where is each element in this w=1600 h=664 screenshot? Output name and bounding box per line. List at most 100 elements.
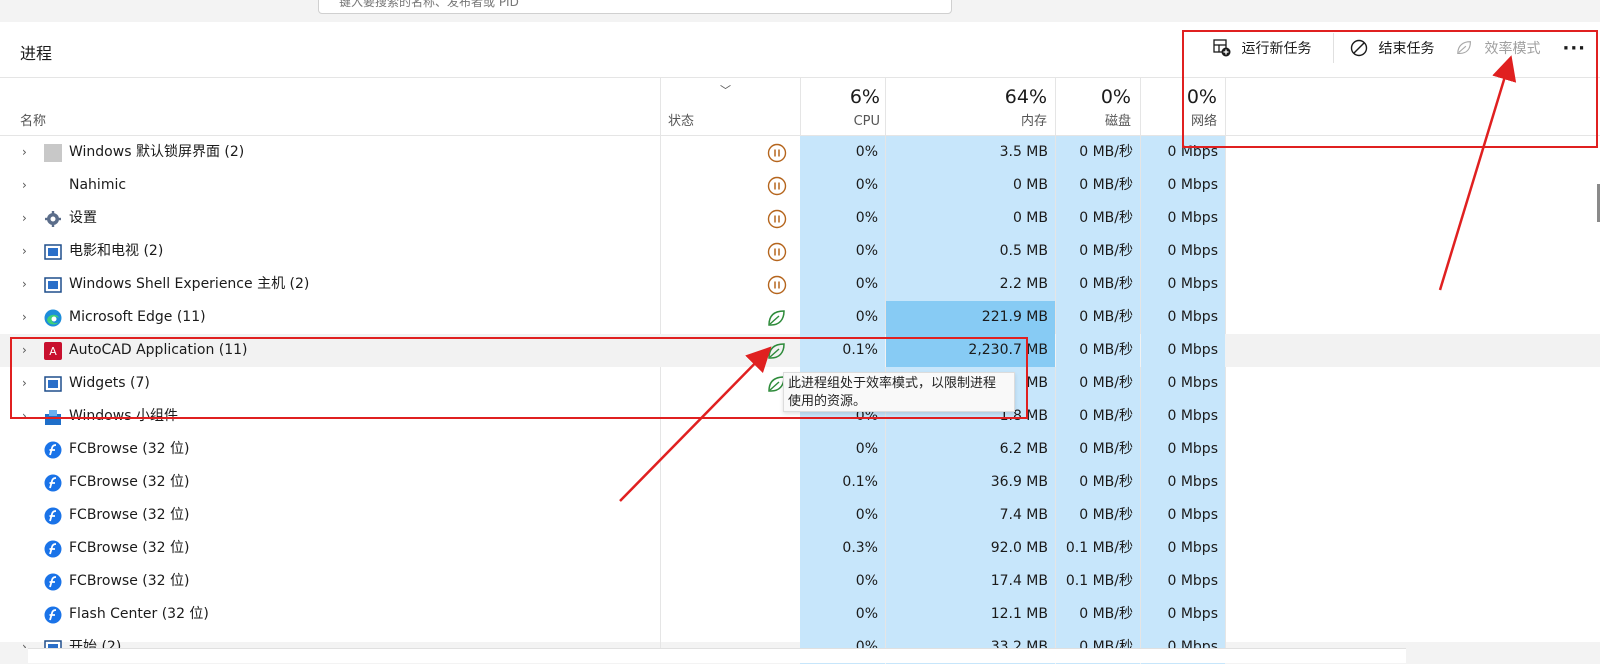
sort-chevron-icon[interactable]: ﹀ [720, 82, 731, 98]
process-name: FCBrowse (32 位) [69, 507, 190, 523]
disk-value: 0 MB/秒 [1079, 342, 1133, 358]
network-value: 0 Mbps [1167, 177, 1218, 193]
flash-icon [44, 573, 62, 591]
suspended-icon [767, 242, 787, 262]
disk-value: 0 MB/秒 [1079, 309, 1133, 325]
flash-icon [44, 606, 62, 624]
table-row[interactable]: FCBrowse (32 位) 0.3% 92.0 MB 0.1 MB/秒 0 Mbps [0, 532, 1600, 565]
column-memory-header[interactable]: 内存 [1021, 110, 1047, 129]
expand-chevron-icon[interactable]: › [22, 136, 27, 169]
disk-value: 0 MB/秒 [1079, 144, 1133, 160]
memory-value: 0 MB [1012, 210, 1048, 226]
horizontal-scroll-area [0, 648, 1600, 663]
cpu-value: 0% [855, 441, 878, 457]
memory-value: 6.2 MB [999, 441, 1048, 457]
cpu-value: 0% [855, 210, 878, 226]
memory-value: 0.5 MB [999, 243, 1048, 259]
network-value: 0 Mbps [1167, 441, 1218, 457]
memory-value: 2.2 MB [999, 276, 1048, 292]
flash-icon [44, 540, 62, 558]
cpu-value: 0% [855, 507, 878, 523]
memory-value: 17.4 MB [990, 573, 1048, 589]
horizontal-scrollbar[interactable] [28, 648, 1406, 663]
network-value: 0 Mbps [1167, 375, 1218, 391]
suspended-icon [767, 275, 787, 295]
cpu-total: 6% [849, 86, 880, 108]
disk-value: 0 MB/秒 [1079, 276, 1133, 292]
process-name: FCBrowse (32 位) [69, 474, 190, 490]
search-input[interactable]: 键入要搜索的名称、发布者或 PID [318, 0, 952, 14]
cpu-value: 0% [855, 606, 878, 622]
gear-icon [44, 210, 62, 228]
memory-total: 64% [1004, 86, 1047, 108]
cpu-value: 0% [855, 144, 878, 160]
cpu-value: 0% [855, 573, 878, 589]
table-row[interactable]: FCBrowse (32 位) 0% 7.4 MB 0 MB/秒 0 Mbps [0, 499, 1600, 532]
column-disk-header[interactable]: 磁盘 [1105, 110, 1131, 129]
table-row[interactable]: FCBrowse (32 位) 0% 6.2 MB 0 MB/秒 0 Mbps [0, 433, 1600, 466]
cpu-value: 0.3% [842, 540, 878, 556]
column-cpu-header[interactable]: CPU [854, 114, 880, 129]
expand-chevron-icon[interactable]: › [22, 169, 27, 202]
annotation-box-rows [10, 337, 1028, 419]
cpu-value: 0.1% [842, 474, 878, 490]
suspended-icon [767, 209, 787, 229]
page-title: 进程 [20, 44, 53, 63]
expand-chevron-icon[interactable]: › [22, 235, 27, 268]
network-value: 0 Mbps [1167, 573, 1218, 589]
disk-value: 0 MB/秒 [1079, 210, 1133, 226]
process-name: FCBrowse (32 位) [69, 573, 190, 589]
process-name: Nahimic [69, 177, 127, 193]
expand-chevron-icon[interactable]: › [22, 301, 27, 334]
network-value: 0 Mbps [1167, 606, 1218, 622]
table-row[interactable]: › Microsoft Edge (11) 0% 221.9 MB 0 MB/秒 0 Mb… [0, 301, 1600, 334]
process-name: Microsoft Edge (11) [69, 309, 206, 325]
table-row[interactable]: FCBrowse (32 位) 0.1% 36.9 MB 0 MB/秒 0 Mbps [0, 466, 1600, 499]
edge-icon [44, 309, 62, 327]
none [44, 177, 62, 195]
memory-value: 36.9 MB [990, 474, 1048, 490]
process-name: Flash Center (32 位) [69, 606, 209, 622]
table-row[interactable]: › Nahimic 0% 0 MB 0 MB/秒 0 Mbps [0, 169, 1600, 202]
window-icon [44, 276, 62, 294]
memory-value: 92.0 MB [990, 540, 1048, 556]
memory-value: 0 MB [1012, 177, 1048, 193]
memory-value: 3.5 MB [999, 144, 1048, 160]
network-value: 0 Mbps [1167, 309, 1218, 325]
column-status-header[interactable]: 状态 [668, 110, 694, 129]
network-value: 0 Mbps [1167, 540, 1218, 556]
memory-value: 221.9 MB [981, 309, 1048, 325]
suspended-icon [767, 143, 787, 163]
column-name-header[interactable]: 名称 [20, 110, 46, 129]
network-value: 0 Mbps [1167, 342, 1218, 358]
table-row[interactable]: › 设置 0% 0 MB 0 MB/秒 0 Mbps [0, 202, 1600, 235]
disk-value: 0 MB/秒 [1079, 606, 1133, 622]
process-name: FCBrowse (32 位) [69, 540, 190, 556]
lockscreen-icon [44, 144, 62, 162]
flash-icon [44, 474, 62, 492]
process-name: 设置 [69, 210, 97, 226]
expand-chevron-icon[interactable]: › [22, 268, 27, 301]
disk-value: 0 MB/秒 [1079, 408, 1133, 424]
disk-value: 0 MB/秒 [1079, 177, 1133, 193]
table-row[interactable]: Flash Center (32 位) 0% 12.1 MB 0 MB/秒 0 Mbps [0, 598, 1600, 631]
memory-value: 12.1 MB [990, 606, 1048, 622]
cpu-value: 0% [855, 276, 878, 292]
process-name: FCBrowse (32 位) [69, 441, 190, 457]
suspended-icon [767, 176, 787, 196]
disk-value: 0 MB/秒 [1079, 243, 1133, 259]
table-row[interactable]: FCBrowse (32 位) 0% 17.4 MB 0.1 MB/秒 0 Mbps [0, 565, 1600, 598]
window-icon [44, 243, 62, 261]
cpu-value: 0% [855, 243, 878, 259]
table-row[interactable]: › 电影和电视 (2) 0% 0.5 MB 0 MB/秒 0 Mbps [0, 235, 1600, 268]
network-value: 0 Mbps [1167, 210, 1218, 226]
efficiency-leaf-icon [767, 308, 787, 328]
expand-chevron-icon[interactable]: › [22, 202, 27, 235]
flash-icon [44, 507, 62, 525]
disk-value: 0 MB/秒 [1079, 474, 1133, 490]
flash-icon [44, 441, 62, 459]
annotation-box-toolbar [1182, 30, 1598, 148]
disk-value: 0 MB/秒 [1079, 375, 1133, 391]
network-value: 0 Mbps [1167, 243, 1218, 259]
table-row[interactable]: › Windows Shell Experience 主机 (2) 0% 2.2 MB… [0, 268, 1600, 301]
